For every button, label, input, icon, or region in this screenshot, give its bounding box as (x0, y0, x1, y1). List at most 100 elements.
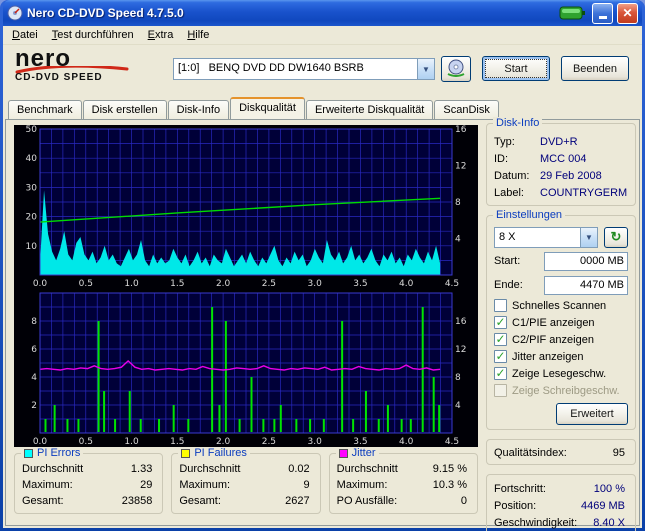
jitter-checkbox[interactable]: ✓ (494, 350, 507, 363)
schreibgeschw-checkbox[interactable] (494, 384, 507, 397)
svg-text:1.0: 1.0 (124, 437, 139, 447)
tab-benchmark[interactable]: Benchmark (8, 100, 82, 119)
checkbox-label[interactable]: Zeige Schreibgeschw. (512, 385, 620, 397)
svg-text:6: 6 (31, 345, 37, 355)
quality-index-label: Qualitätsindex: (494, 446, 567, 459)
disk-type-value: DVD+R (540, 135, 578, 148)
svg-text:12: 12 (455, 162, 466, 172)
stat-label: Maximum: (22, 479, 73, 491)
svg-text:4.5: 4.5 (445, 279, 459, 289)
pi-failures-swatch-icon (181, 448, 191, 458)
menu-extra[interactable]: Extra (141, 27, 181, 43)
svg-text:4.0: 4.0 (399, 437, 414, 447)
checkbox-row-lesegeschw: ✓ Zeige Lesegeschw. (494, 365, 628, 382)
c1-pie-checkbox[interactable]: ✓ (494, 316, 507, 329)
menu-test-durchfuehren[interactable]: Test durchführen (45, 27, 141, 43)
svg-text:4: 4 (455, 401, 461, 411)
stat-label: Durchschnitt (336, 463, 398, 475)
svg-text:3.0: 3.0 (308, 437, 323, 447)
disc-tray-button[interactable] (441, 56, 471, 82)
svg-text:4: 4 (455, 235, 461, 245)
stat-label: Maximum: (336, 479, 388, 491)
stat-value: 0.02 (288, 463, 310, 475)
tab-disk-erstellen[interactable]: Disk erstellen (82, 100, 167, 119)
stat-value: 10.3 % (432, 479, 467, 491)
svg-text:4.0: 4.0 (399, 279, 414, 289)
stat-label: Gesamt: (179, 495, 221, 507)
stat-value: 23858 (121, 495, 153, 507)
lesegeschw-checkbox[interactable]: ✓ (494, 367, 507, 380)
menu-datei[interactable]: Datei (5, 27, 45, 43)
speed-value: 8.40 X (593, 516, 625, 529)
checkbox-label[interactable]: C2/PIF anzeigen (512, 334, 594, 346)
chevron-down-icon[interactable]: ▼ (417, 59, 434, 79)
progress-box: Fortschritt: 100 % Position: 4469 MB Gesch… (486, 474, 636, 531)
start-button[interactable]: Start (482, 56, 550, 81)
tab-scandisk[interactable]: ScanDisk (434, 100, 499, 119)
svg-text:2.5: 2.5 (262, 279, 276, 289)
svg-text:8: 8 (31, 317, 37, 327)
minimize-icon (598, 16, 607, 19)
minimize-button[interactable] (592, 2, 613, 24)
checkbox-label[interactable]: Schnelles Scannen (512, 300, 606, 312)
checkbox-row-schreibgeschw: Zeige Schreibgeschw. (494, 382, 628, 399)
checkbox-row-jitter: ✓ Jitter anzeigen (494, 348, 628, 365)
svg-text:40: 40 (26, 154, 38, 164)
jitter-title: Jitter (351, 447, 376, 459)
svg-text:30: 30 (26, 183, 38, 193)
pi-errors-title: PI Errors (37, 447, 81, 459)
checkbox-label[interactable]: Jitter anzeigen (512, 351, 584, 363)
advanced-button[interactable]: Erweitert (556, 403, 628, 425)
speed-select[interactable]: 8 X ▼ (494, 226, 598, 248)
quit-button[interactable]: Beenden (561, 56, 629, 81)
tab-strip: Benchmark Disk erstellen Disk-Info Diskq… (3, 97, 642, 119)
tab-erweiterte-diskqualitaet[interactable]: Erweiterte Diskqualität (305, 100, 434, 119)
quality-index-value: 95 (612, 446, 625, 459)
refresh-disc-button[interactable]: ↻ (604, 226, 628, 248)
tab-diskqualitaet[interactable]: Diskqualität (230, 97, 305, 119)
titlebar: Nero CD-DVD Speed 4.7.5.0 ✕ (3, 0, 642, 26)
toolbar: nero CD-DVD SPEED [1:0] BENQ DVD DD DW16… (3, 45, 642, 97)
c2-pif-checkbox[interactable]: ✓ (494, 333, 507, 346)
disk-type-label: Typ: (494, 135, 515, 148)
disk-info-row: ID: MCC 004 (494, 150, 628, 167)
svg-text:16: 16 (455, 317, 467, 327)
disk-id-label: ID: (494, 152, 509, 165)
app-icon (7, 5, 23, 21)
diskqualitaet-panel: 0.0 0.5 1.0 1.5 2.0 2.5 3.0 3.5 4.0 4.5 10 20 30 40 50… (5, 117, 640, 531)
svg-text:1.5: 1.5 (170, 279, 184, 289)
svg-text:20: 20 (26, 213, 38, 223)
stat-label: Maximum: (179, 479, 231, 491)
menu-hilfe[interactable]: Hilfe (180, 27, 216, 43)
disk-info-group: Disk-Info Typ: DVD+R ID: MCC 004 Datum: 29 … (486, 117, 636, 206)
checkbox-label[interactable]: C1/PIE anzeigen (512, 317, 595, 329)
drive-select[interactable]: [1:0] BENQ DVD DD DW1640 BSRB ▼ (173, 58, 435, 80)
start-position-label: Start: (494, 255, 521, 267)
progress-value: 100 % (593, 482, 625, 495)
speed-label: Geschwindigkeit: (494, 516, 578, 529)
close-button[interactable]: ✕ (617, 2, 638, 24)
schnelles-scannen-checkbox[interactable] (494, 299, 507, 312)
nero-logo: nero CD-DVD SPEED (15, 47, 145, 83)
start-position-input[interactable] (544, 251, 628, 271)
window-title: Nero CD-DVD Speed 4.7.5.0 (27, 6, 184, 20)
svg-text:50: 50 (26, 125, 38, 135)
disk-info-row: Typ: DVD+R (494, 133, 628, 150)
refresh-icon: ↻ (610, 229, 622, 244)
settings-group: Einstellungen 8 X ▼ ↻ Start: 0000 MB End… (486, 209, 636, 430)
position-value: 4469 MB (580, 499, 625, 512)
svg-text:1.5: 1.5 (170, 437, 184, 447)
stat-label: Gesamt: (22, 495, 64, 507)
disk-date-label: Datum: (494, 169, 530, 182)
pi-errors-chart: 0.0 0.5 1.0 1.5 2.0 2.5 3.0 3.5 4.0 4.5 10 20 30 40 50… (14, 125, 478, 289)
checkbox-label[interactable]: Zeige Lesegeschw. (512, 368, 606, 380)
svg-text:2.5: 2.5 (262, 437, 276, 447)
chevron-down-icon[interactable]: ▼ (580, 227, 597, 247)
svg-text:12: 12 (455, 345, 466, 355)
svg-text:8: 8 (455, 373, 461, 383)
checkbox-row-c2-pif: ✓ C2/PIF anzeigen (494, 331, 628, 348)
tab-disk-info[interactable]: Disk-Info (167, 100, 230, 119)
end-position-input[interactable] (544, 275, 628, 295)
checkbox-row-c1-pie: ✓ C1/PIE anzeigen (494, 314, 628, 331)
drive-select-value: [1:0] BENQ DVD DD DW1640 BSRB (178, 62, 364, 74)
